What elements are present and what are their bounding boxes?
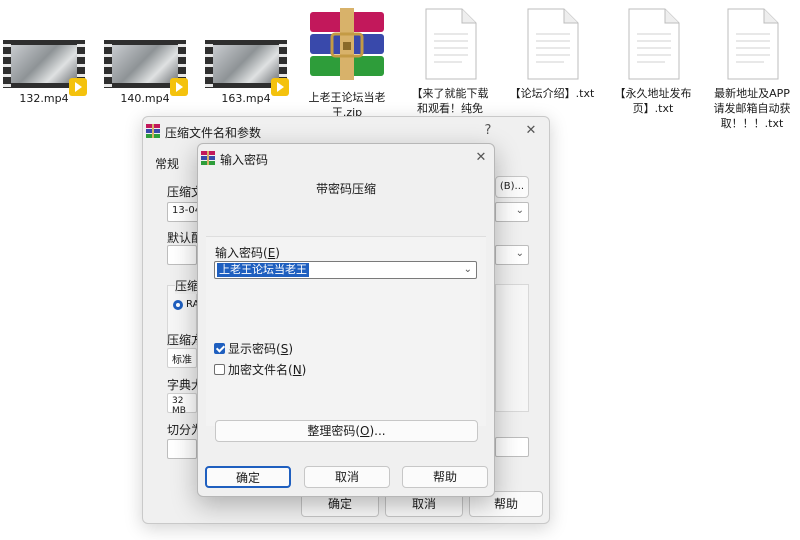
file-txt-latest-address[interactable]: 最新地址及APP请发邮箱自动获取！！！.txt bbox=[703, 4, 800, 131]
update-mode-dropdown[interactable]: ⌄ bbox=[495, 245, 529, 265]
file-163-mp4[interactable]: 163.mp4 bbox=[197, 4, 295, 106]
file-txt-download[interactable]: 【来了就能下载和观看！纯免 bbox=[401, 4, 499, 116]
winrar-archive-icon bbox=[310, 8, 384, 80]
player-badge-icon bbox=[69, 78, 87, 96]
video-thumbnail-icon bbox=[104, 40, 188, 96]
default-profile-field[interactable] bbox=[167, 245, 197, 265]
organize-passwords-button[interactable]: 整理密码(O)... bbox=[215, 420, 478, 442]
winrar-app-icon bbox=[201, 151, 215, 165]
password-value: 上老王论坛当老王 bbox=[217, 263, 309, 277]
player-badge-icon bbox=[170, 78, 188, 96]
file-txt-permanent-address[interactable]: 【永久地址发布页】.txt bbox=[604, 4, 702, 116]
dialog-heading: 带密码压缩 bbox=[315, 182, 376, 196]
browse-button[interactable]: (B)... bbox=[495, 176, 529, 198]
show-password-checkbox[interactable]: 显示密码(S) bbox=[214, 340, 293, 357]
format-rar-radio[interactable]: RA bbox=[173, 299, 199, 310]
chevron-down-icon: ⌄ bbox=[515, 205, 524, 216]
text-document-icon bbox=[527, 8, 579, 80]
dialog-help-button[interactable]: 帮助 bbox=[402, 466, 488, 488]
file-zip-archive[interactable]: 上老王论坛当老王.zip bbox=[298, 4, 396, 120]
file-name: 最新地址及APP请发邮箱自动获取！！！.txt bbox=[713, 87, 791, 130]
checkbox-unchecked-icon bbox=[214, 364, 225, 375]
file-132-mp4[interactable]: 132.mp4 bbox=[0, 4, 93, 106]
help-question-button[interactable]: ? bbox=[475, 121, 501, 141]
archive-name-dropdown[interactable]: ⌄ bbox=[495, 202, 529, 222]
checkbox-checked-icon bbox=[214, 343, 225, 354]
file-txt-intro[interactable]: 【论坛介绍】.txt bbox=[503, 4, 601, 101]
tab-general[interactable]: 常规 bbox=[155, 155, 179, 172]
close-icon[interactable]: ✕ bbox=[518, 121, 544, 141]
method-field[interactable]: 标准 bbox=[167, 348, 197, 368]
enter-password-dialog: 输入密码 ✕ 带密码压缩 输入密码(E) 上老王论坛当老王 ⌄ 显示密码(S) … bbox=[197, 143, 495, 497]
window-title: 压缩文件名和参数 bbox=[165, 126, 262, 140]
chevron-down-icon[interactable]: ⌄ bbox=[464, 264, 472, 275]
close-icon[interactable]: ✕ bbox=[468, 148, 494, 168]
text-document-icon bbox=[727, 8, 779, 80]
split-volumes-field[interactable] bbox=[167, 439, 197, 459]
dialog-title: 输入密码 bbox=[220, 153, 269, 167]
dictionary-field[interactable]: 32 MB bbox=[167, 393, 197, 416]
text-document-icon bbox=[425, 8, 477, 80]
player-badge-icon bbox=[271, 78, 289, 96]
dialog-ok-button[interactable]: 确定 bbox=[205, 466, 291, 488]
file-name: 【永久地址发布页】.txt bbox=[614, 87, 692, 115]
file-name: 【来了就能下载和观看！纯免 bbox=[411, 87, 489, 115]
password-label: 输入密码(E) bbox=[215, 246, 280, 260]
chevron-down-icon: ⌄ bbox=[515, 248, 524, 259]
text-document-icon bbox=[628, 8, 680, 80]
video-thumbnail-icon bbox=[205, 40, 289, 96]
split-unit-field[interactable] bbox=[495, 437, 529, 457]
dialog-titlebar: 输入密码 ✕ bbox=[198, 144, 494, 174]
options-group bbox=[495, 284, 529, 412]
format-group-label: 压缩 bbox=[175, 277, 200, 294]
file-name: 【论坛介绍】.txt bbox=[509, 87, 595, 100]
password-input[interactable]: 上老王论坛当老王 ⌄ bbox=[214, 261, 477, 279]
dialog-cancel-button[interactable]: 取消 bbox=[304, 466, 390, 488]
encrypt-filenames-checkbox[interactable]: 加密文件名(N) bbox=[214, 361, 306, 378]
video-thumbnail-icon bbox=[3, 40, 87, 96]
file-140-mp4[interactable]: 140.mp4 bbox=[96, 4, 194, 106]
winrar-app-icon bbox=[146, 124, 160, 138]
radio-selected-icon bbox=[173, 299, 183, 310]
